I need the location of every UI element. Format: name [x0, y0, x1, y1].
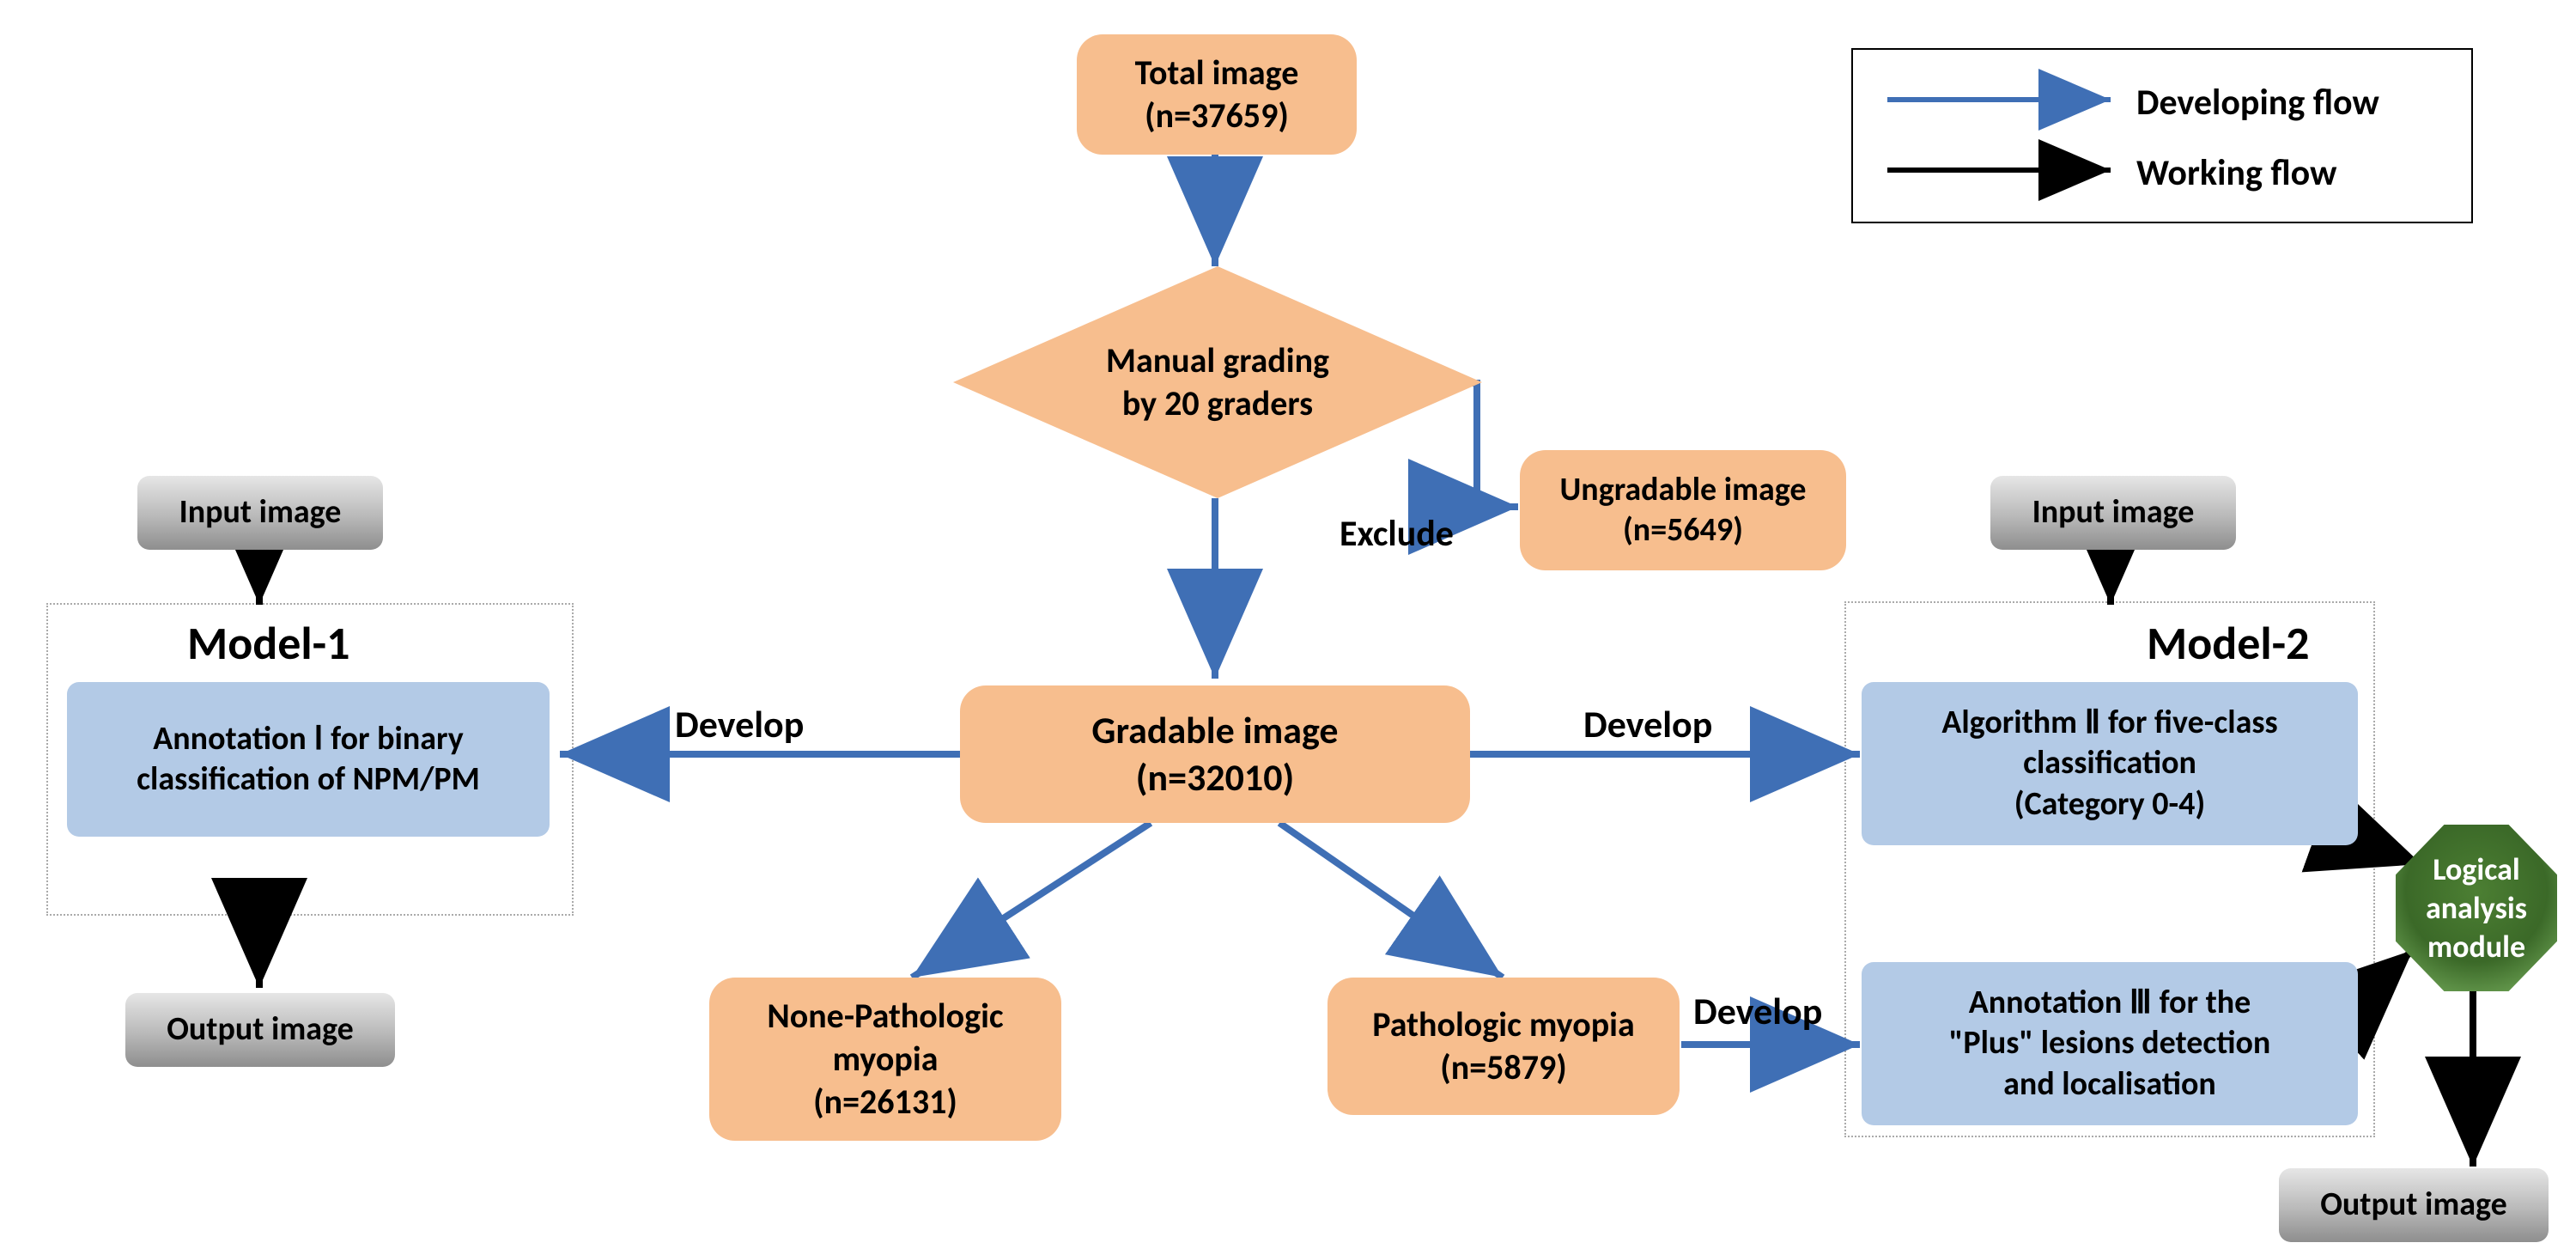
node-total-image: Total image (n=37659) — [1077, 34, 1357, 155]
node-logic-line1: Logical — [2426, 850, 2527, 889]
node-gradable-line1: Gradable image — [1091, 707, 1338, 754]
node-in1-line1: Input image — [179, 492, 342, 533]
node-out2-line1: Output image — [2320, 1185, 2507, 1226]
node-ann3-line1: Annotation Ⅲ for the — [1949, 983, 2271, 1024]
node-ann1-line2: classification of NPM/PM — [137, 759, 480, 801]
node-gradable: Gradable image (n=32010) — [960, 685, 1470, 823]
node-annotation3: Annotation Ⅲ for the "Plus" lesions dete… — [1862, 962, 2358, 1125]
node-alg2-line1: Algorithm Ⅱ for five-class — [1941, 703, 2277, 744]
legend-developing-label: Developing flow — [2136, 81, 2463, 125]
node-ann1-line1: Annotation Ⅰ for binary — [137, 719, 480, 760]
node-logical-module: Logical analysis module — [2396, 825, 2557, 991]
node-manual-line2: by 20 graders — [1106, 382, 1329, 425]
node-npm-line3: (n=26131) — [767, 1081, 1003, 1124]
node-ann3-line2: "Plus" lesions detection — [1949, 1023, 2271, 1064]
node-ungradable-line2: (n=5649) — [1560, 510, 1807, 551]
node-in2-line1: Input image — [2032, 492, 2195, 533]
node-ungradable-line1: Ungradable image — [1560, 470, 1807, 511]
node-logic-line2: analysis — [2426, 889, 2527, 928]
node-npm-line1: None-Pathologic — [767, 995, 1003, 1038]
edge-label-develop-right: Develop — [1583, 701, 1712, 747]
node-pm: Pathologic myopia (n=5879) — [1327, 978, 1680, 1115]
edge-label-exclude: Exclude — [1340, 512, 1454, 556]
model1-title: Model-1 — [187, 615, 350, 672]
edge-label-develop-pm: Develop — [1693, 988, 1822, 1034]
node-npm: None-Pathologic myopia (n=26131) — [709, 978, 1061, 1141]
node-total-line1: Total image — [1135, 52, 1299, 94]
node-output-image-left: Output image — [125, 993, 395, 1067]
node-manual-grading: Manual grading by 20 graders — [953, 266, 1482, 498]
node-algorithm2: Algorithm Ⅱ for five-class classificatio… — [1862, 682, 2358, 845]
node-out1-line1: Output image — [167, 1009, 354, 1051]
node-ann3-line3: and localisation — [1949, 1064, 2271, 1106]
node-npm-line2: myopia — [767, 1038, 1003, 1081]
node-input-image-right: Input image — [1990, 476, 2236, 550]
node-output-image-right: Output image — [2279, 1168, 2549, 1242]
node-alg2-line3: (Category 0-4) — [1941, 784, 2277, 825]
node-ungradable: Ungradable image (n=5649) — [1520, 450, 1846, 570]
node-pm-line1: Pathologic myopia — [1372, 1003, 1635, 1046]
edge-label-develop-left: Develop — [675, 701, 804, 747]
legend-working-label: Working flow — [2136, 151, 2463, 195]
node-alg2-line2: classification — [1941, 743, 2277, 784]
model2-title: Model-2 — [2147, 615, 2310, 672]
node-logic-line3: module — [2426, 928, 2527, 966]
node-gradable-line2: (n=32010) — [1091, 754, 1338, 801]
node-pm-line2: (n=5879) — [1372, 1046, 1635, 1089]
legend: Developing flow Working flow — [1851, 48, 2473, 223]
node-total-line2: (n=37659) — [1135, 94, 1299, 137]
node-manual-line1: Manual grading — [1106, 339, 1329, 382]
node-annotation1: Annotation Ⅰ for binary classification o… — [67, 682, 550, 837]
node-input-image-left: Input image — [137, 476, 383, 550]
